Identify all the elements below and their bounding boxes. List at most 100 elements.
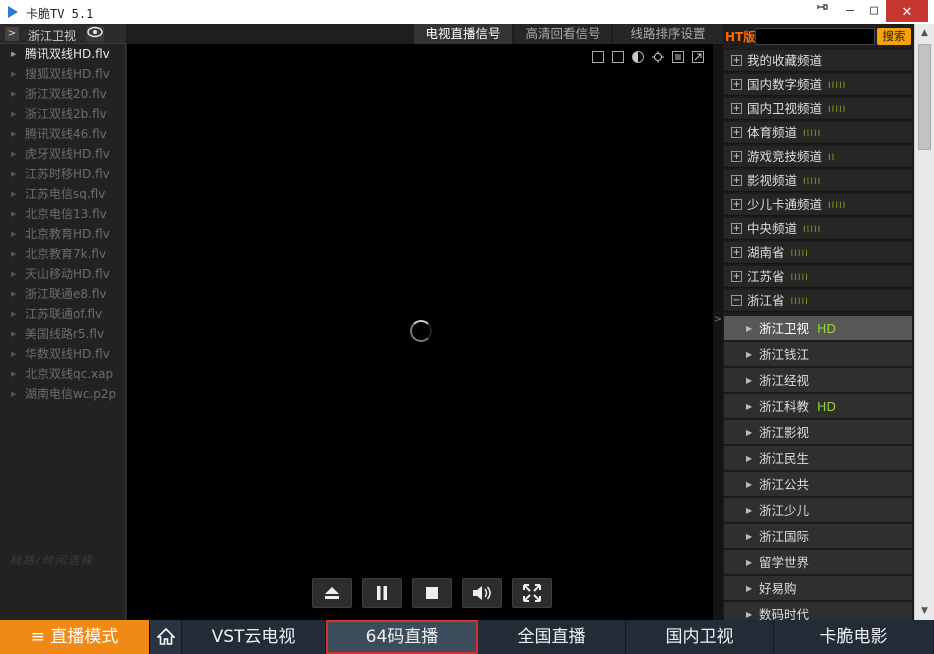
live-mode-button[interactable]: ≡ 直播模式	[0, 620, 150, 654]
category-item[interactable]: + 游戏竞技频道 II	[724, 146, 912, 168]
subchannel-item[interactable]: ▶ 浙江影视	[724, 420, 912, 445]
category-item[interactable]: + 少儿卡通频道 IIIII	[724, 194, 912, 216]
source-item[interactable]: ▶ 湖南电信wc.p2p	[0, 384, 124, 404]
bullet-icon: ▶	[11, 190, 17, 198]
video-player[interactable]	[127, 44, 713, 620]
source-item[interactable]: ▶ 北京电信13.flv	[0, 204, 124, 224]
source-item[interactable]: ▶ 浙江联通e8.flv	[0, 284, 124, 304]
source-item-label: 腾讯双线HD.flv	[25, 47, 110, 61]
subchannel-item[interactable]: ▶ 浙江经视	[724, 368, 912, 393]
volume-button[interactable]	[462, 578, 502, 608]
nav-vst-cloud-tv[interactable]: VST云电视	[182, 620, 326, 654]
source-item[interactable]: ▶ 北京教育HD.flv	[0, 224, 124, 244]
source-item[interactable]: ▶ 江苏联通of.flv	[0, 304, 124, 324]
subchannel-item[interactable]: ▶ 浙江卫视 HD	[724, 316, 912, 341]
category-item[interactable]: + 湖南省 IIIII	[724, 242, 912, 264]
eject-button[interactable]	[312, 578, 352, 608]
target-icon[interactable]	[652, 51, 664, 63]
loading-spinner-icon	[410, 320, 432, 342]
nav-national-live[interactable]: 全国直播	[478, 620, 626, 654]
category-label: 国内卫视频道	[747, 101, 823, 116]
expand-icon[interactable]: +	[731, 223, 742, 234]
collapse-icon[interactable]: −	[731, 295, 742, 306]
aspect-ratio-icon[interactable]	[612, 51, 624, 63]
subchannel-item[interactable]: ▶ 浙江少儿	[724, 498, 912, 523]
fit-screen-icon[interactable]	[592, 51, 604, 63]
expand-icon[interactable]: +	[731, 79, 742, 90]
source-item[interactable]: ▶ 浙江双线20.flv	[0, 84, 124, 104]
source-item[interactable]: ▶ 美国线路r5.flv	[0, 324, 124, 344]
subchannel-item[interactable]: ▶ 好易购	[724, 576, 912, 601]
expand-icon[interactable]: +	[731, 127, 742, 138]
subchannel-item[interactable]: ▶ 浙江民生	[724, 446, 912, 471]
stop-button[interactable]	[412, 578, 452, 608]
bullet-icon: ▶	[11, 210, 17, 218]
nav-domestic-satellite[interactable]: 国内卫视	[626, 620, 774, 654]
subchannel-item[interactable]: ▶ 浙江国际	[724, 524, 912, 549]
category-item[interactable]: + 国内卫视频道 IIIII	[724, 98, 912, 120]
category-item[interactable]: + 影视频道 IIIII	[724, 170, 912, 192]
expand-icon[interactable]: +	[731, 151, 742, 162]
tab-live-signal[interactable]: 电视直播信号	[414, 24, 512, 44]
subchannel-item[interactable]: ▶ 浙江科教 HD	[724, 394, 912, 419]
source-item-label: 北京双线qc.xap	[25, 367, 114, 381]
tab-line-sort[interactable]: 线路排序设置	[613, 24, 723, 44]
scroll-down-icon[interactable]: ▼	[915, 602, 934, 620]
subchannel-item[interactable]: ▶ 浙江钱江	[724, 342, 912, 367]
source-item[interactable]: ▶ 搜狐双线HD.flv	[0, 64, 124, 84]
scroll-thumb[interactable]	[918, 44, 931, 150]
pause-button[interactable]	[362, 578, 402, 608]
source-item[interactable]: ▶ 北京双线qc.xap	[0, 364, 124, 384]
subchannel-label: 数码时代	[759, 607, 810, 620]
subchannel-label: 浙江少儿	[759, 503, 810, 518]
expand-icon[interactable]: +	[731, 103, 742, 114]
category-item[interactable]: + 国内数字频道 IIIII	[724, 74, 912, 96]
expand-icon[interactable]: +	[731, 271, 742, 282]
subchannel-item[interactable]: ▶ 数码时代	[724, 602, 912, 620]
nav-64-code-live[interactable]: 64码直播	[326, 620, 478, 654]
expand-icon[interactable]: +	[731, 55, 742, 66]
nav-kacui-movie[interactable]: 卡脆电影	[774, 620, 934, 654]
current-channel-label: 浙江卫视	[28, 29, 77, 43]
expand-icon[interactable]: +	[731, 199, 742, 210]
scroll-up-icon[interactable]: ▲	[915, 24, 934, 42]
list-icon[interactable]	[672, 51, 684, 63]
pin-icon[interactable]	[808, 0, 836, 22]
search-button[interactable]: 搜索	[877, 28, 911, 45]
source-item[interactable]: ▶ 江苏电信sq.flv	[0, 184, 124, 204]
subchannel-label: 好易购	[759, 581, 797, 596]
source-item[interactable]: ▶ 腾讯双线46.flv	[0, 124, 124, 144]
fullscreen-button[interactable]	[512, 578, 552, 608]
eye-icon[interactable]	[86, 26, 104, 42]
source-item-label: 江苏联通of.flv	[25, 307, 103, 321]
close-button[interactable]: ✕	[886, 0, 928, 22]
bullet-icon: ▶	[746, 584, 753, 593]
category-item[interactable]: + 中央频道 IIIII	[724, 218, 912, 240]
search-input[interactable]	[755, 28, 875, 45]
channel-list-scrollbar[interactable]: ▲ ▼	[914, 24, 934, 620]
bullet-icon: ▶	[746, 610, 753, 619]
source-item[interactable]: ▶ 天山移动HD.flv	[0, 264, 124, 284]
category-item[interactable]: − 浙江省 IIIII	[724, 290, 912, 312]
brightness-icon[interactable]	[632, 51, 644, 63]
category-item[interactable]: + 体育频道 IIIII	[724, 122, 912, 144]
popout-icon[interactable]	[692, 51, 704, 63]
category-item[interactable]: + 江苏省 IIIII	[724, 266, 912, 288]
source-item[interactable]: ▶ 江苏时移HD.flv	[0, 164, 124, 184]
expand-icon[interactable]: +	[731, 175, 742, 186]
category-item[interactable]: + 我的收藏频道	[724, 50, 912, 72]
source-item[interactable]: ▶ 虎牙双线HD.flv	[0, 144, 124, 164]
collapse-panel-icon[interactable]: >	[713, 312, 723, 328]
home-icon[interactable]	[150, 620, 182, 654]
source-item[interactable]: ▶ 华数双线HD.flv	[0, 344, 124, 364]
source-item[interactable]: ▶ 腾讯双线HD.flv	[0, 44, 124, 64]
subchannel-item[interactable]: ▶ 留学世界	[724, 550, 912, 575]
maximize-button[interactable]: □	[860, 0, 888, 22]
expand-icon[interactable]: +	[731, 247, 742, 258]
subchannel-item[interactable]: ▶ 浙江公共	[724, 472, 912, 497]
chevron-right-icon[interactable]: >	[5, 27, 19, 41]
panel-divider	[713, 44, 723, 620]
tab-hd-replay[interactable]: 高清回看信号	[515, 24, 611, 44]
source-item[interactable]: ▶ 浙江双线2b.flv	[0, 104, 124, 124]
source-item[interactable]: ▶ 北京教育7k.flv	[0, 244, 124, 264]
